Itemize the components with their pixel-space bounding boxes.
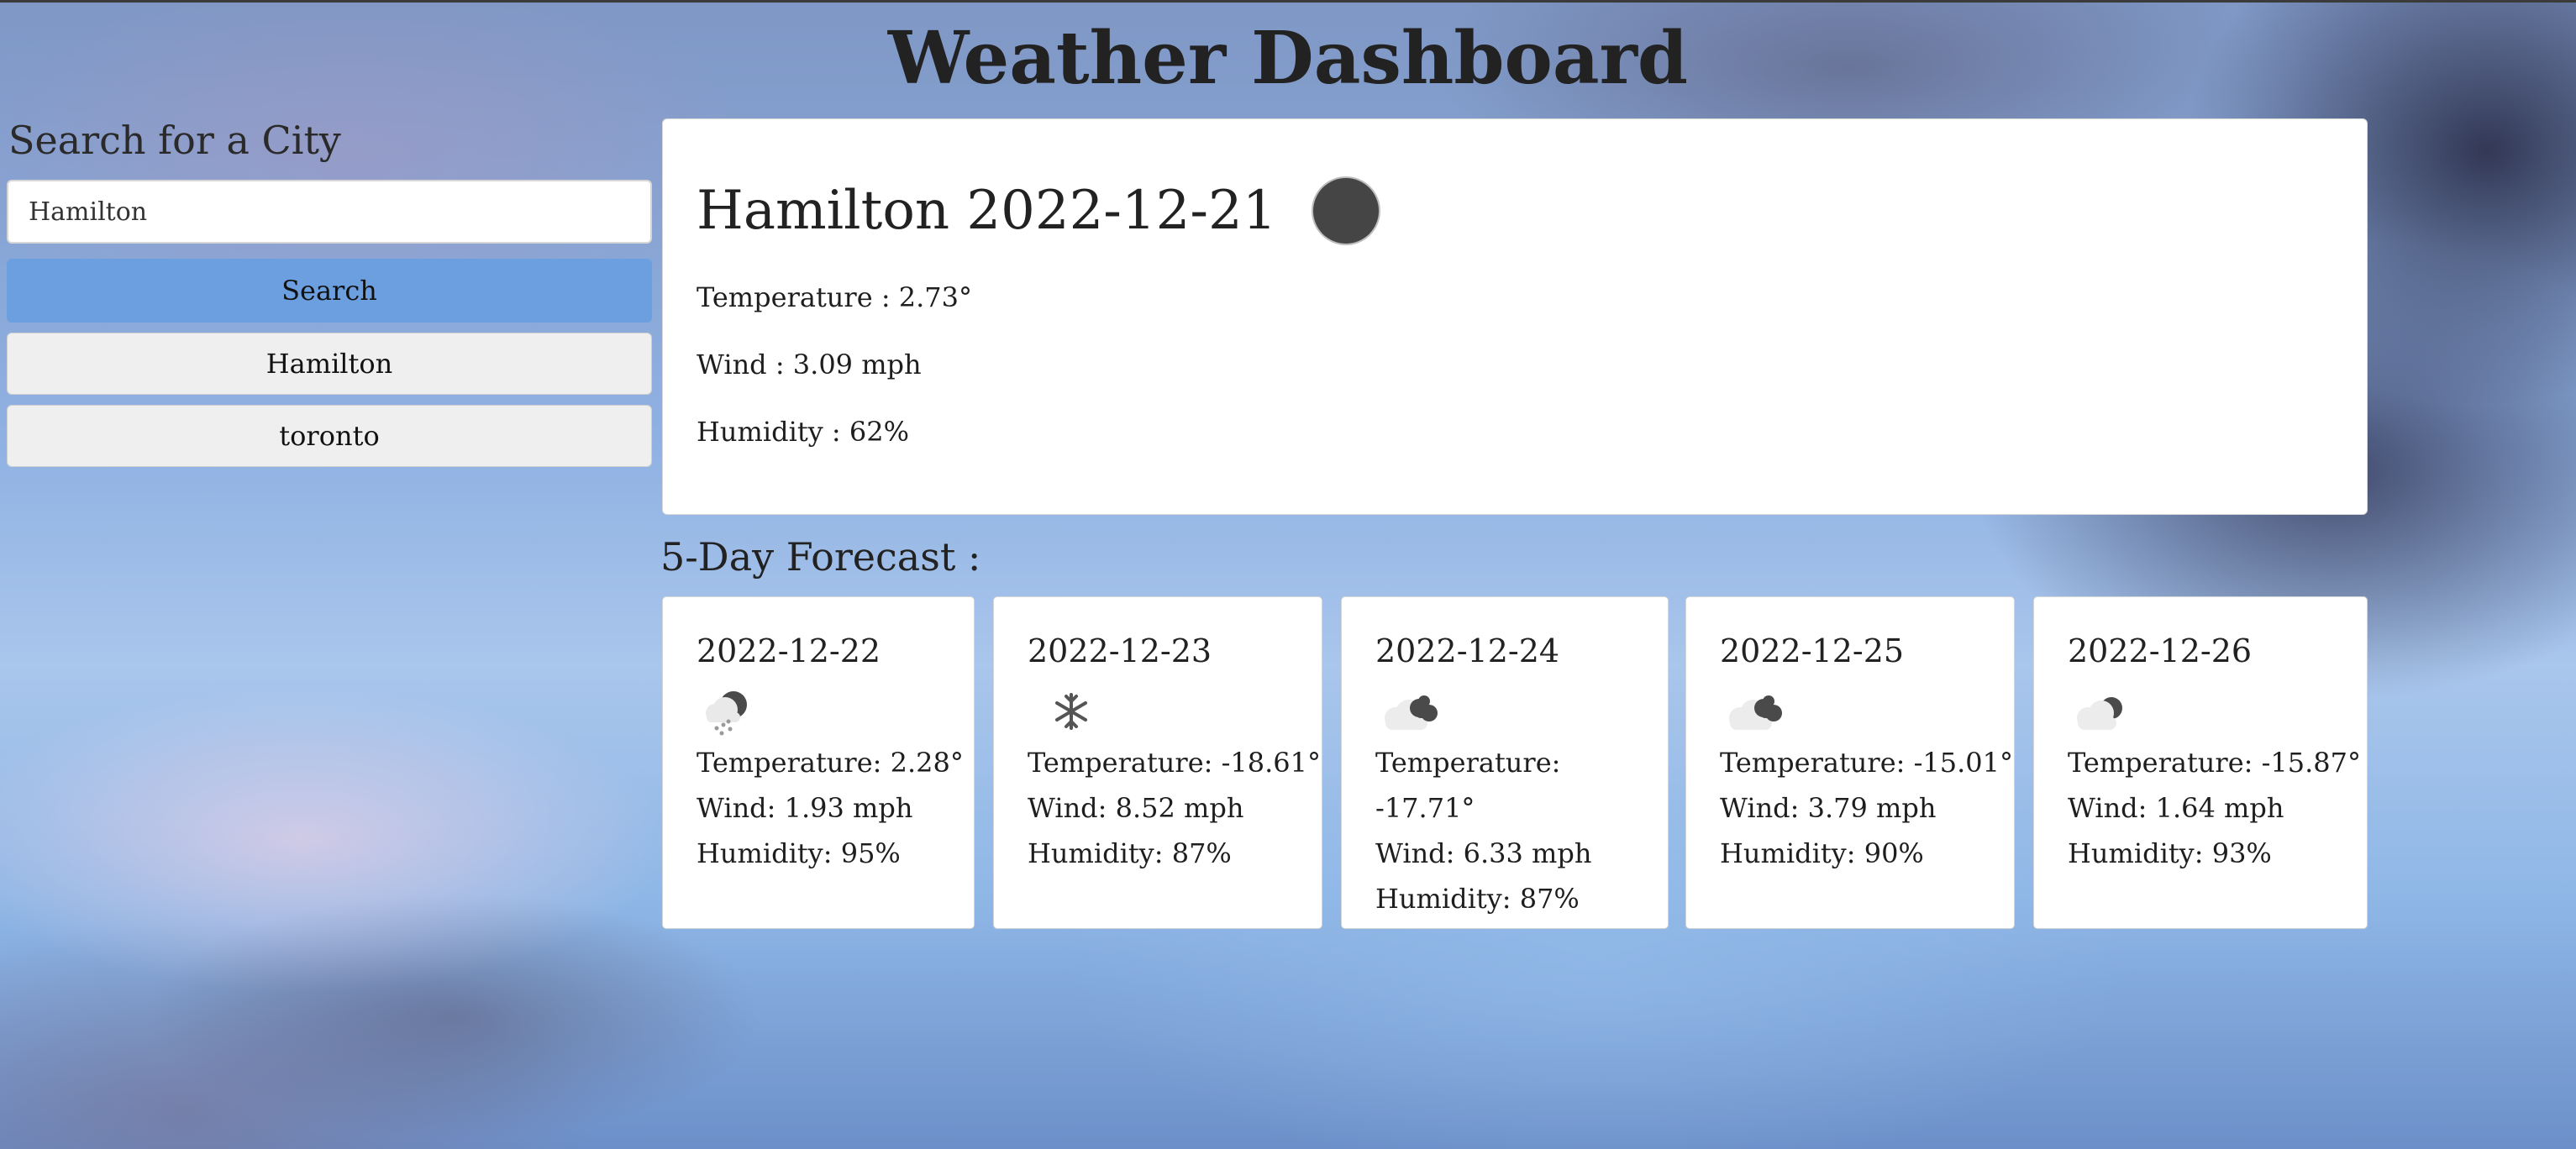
search-sidebar: Search for a City Search Hamilton toront… — [7, 113, 652, 467]
forecast-card: 2022-12-26 Temperature: -15.87° Wind: 1.… — [2033, 596, 2368, 929]
forecast-temperature: Temperature: -18.61° — [1028, 747, 1322, 779]
snowflake-icon — [1055, 693, 1087, 730]
forecast-date: 2022-12-24 — [1375, 632, 1560, 669]
current-weather-header: Hamilton 2022-12-21 — [697, 173, 2367, 249]
forecast-card: 2022-12-24 Temperature: -17.71° Wind: 6.… — [1341, 596, 1669, 929]
top-border — [0, 0, 2576, 3]
forecast-heading: 5-Day Forecast : — [660, 534, 981, 580]
forecast-wind: Wind: 6.33 mph — [1375, 837, 1592, 869]
forecast-row: 2022-12-22 Temperature: 2.28° Wind: 1.93… — [662, 596, 2368, 929]
history-button-toronto[interactable]: toronto — [7, 405, 652, 467]
forecast-date: 2022-12-25 — [1720, 632, 1905, 669]
forecast-card: 2022-12-25 Temperature: -15.01° Wind: 3.… — [1685, 596, 2015, 929]
forecast-humidity: Humidity: 87% — [1028, 837, 1232, 869]
forecast-date: 2022-12-26 — [2068, 632, 2253, 669]
current-temperature: Temperature : 2.73° — [697, 281, 973, 313]
forecast-wind: Wind: 3.79 mph — [1720, 792, 1937, 824]
forecast-date: 2022-12-22 — [697, 632, 881, 669]
current-wind: Wind : 3.09 mph — [697, 349, 922, 380]
cloudy-icon — [2077, 697, 2122, 730]
page-title: Weather Dashboard — [887, 16, 1689, 101]
forecast-humidity: Humidity: 90% — [1720, 837, 1924, 869]
snow-shower-icon — [706, 691, 747, 736]
forecast-temperature: Temperature: -17.71° — [1375, 747, 1561, 824]
current-humidity: Humidity : 62% — [697, 416, 909, 448]
forecast-wind: Wind: 1.93 mph — [697, 792, 913, 824]
current-city-date: Hamilton 2022-12-21 — [697, 180, 1277, 242]
current-weather-card: Hamilton 2022-12-21 Temperature : 2.73° … — [662, 118, 2368, 515]
history-button-hamilton[interactable]: Hamilton — [7, 333, 652, 395]
forecast-temperature: Temperature: -15.87° — [2068, 747, 2362, 779]
forecast-card: 2022-12-22 Temperature: 2.28° Wind: 1.93… — [662, 596, 975, 929]
city-search-input[interactable] — [7, 180, 652, 244]
broken-clouds-icon — [1385, 695, 1438, 730]
forecast-humidity: Humidity: 87% — [1375, 883, 1580, 915]
forecast-wind: Wind: 1.64 mph — [2068, 792, 2284, 824]
forecast-humidity: Humidity: 93% — [2068, 837, 2272, 869]
search-heading: Search for a City — [8, 118, 341, 163]
forecast-wind: Wind: 8.52 mph — [1028, 792, 1244, 824]
forecast-card: 2022-12-23 Temperature: -18.61° Wind: 8.… — [993, 596, 1322, 929]
forecast-temperature: Temperature: -15.01° — [1720, 747, 2014, 779]
forecast-temperature: Temperature: 2.28° — [697, 747, 964, 779]
broken-clouds-icon — [1729, 695, 1782, 730]
forecast-date: 2022-12-23 — [1028, 632, 1212, 669]
forecast-humidity: Humidity: 95% — [697, 837, 901, 869]
dark-circle-icon — [1313, 178, 1380, 244]
search-button[interactable]: Search — [7, 259, 652, 323]
